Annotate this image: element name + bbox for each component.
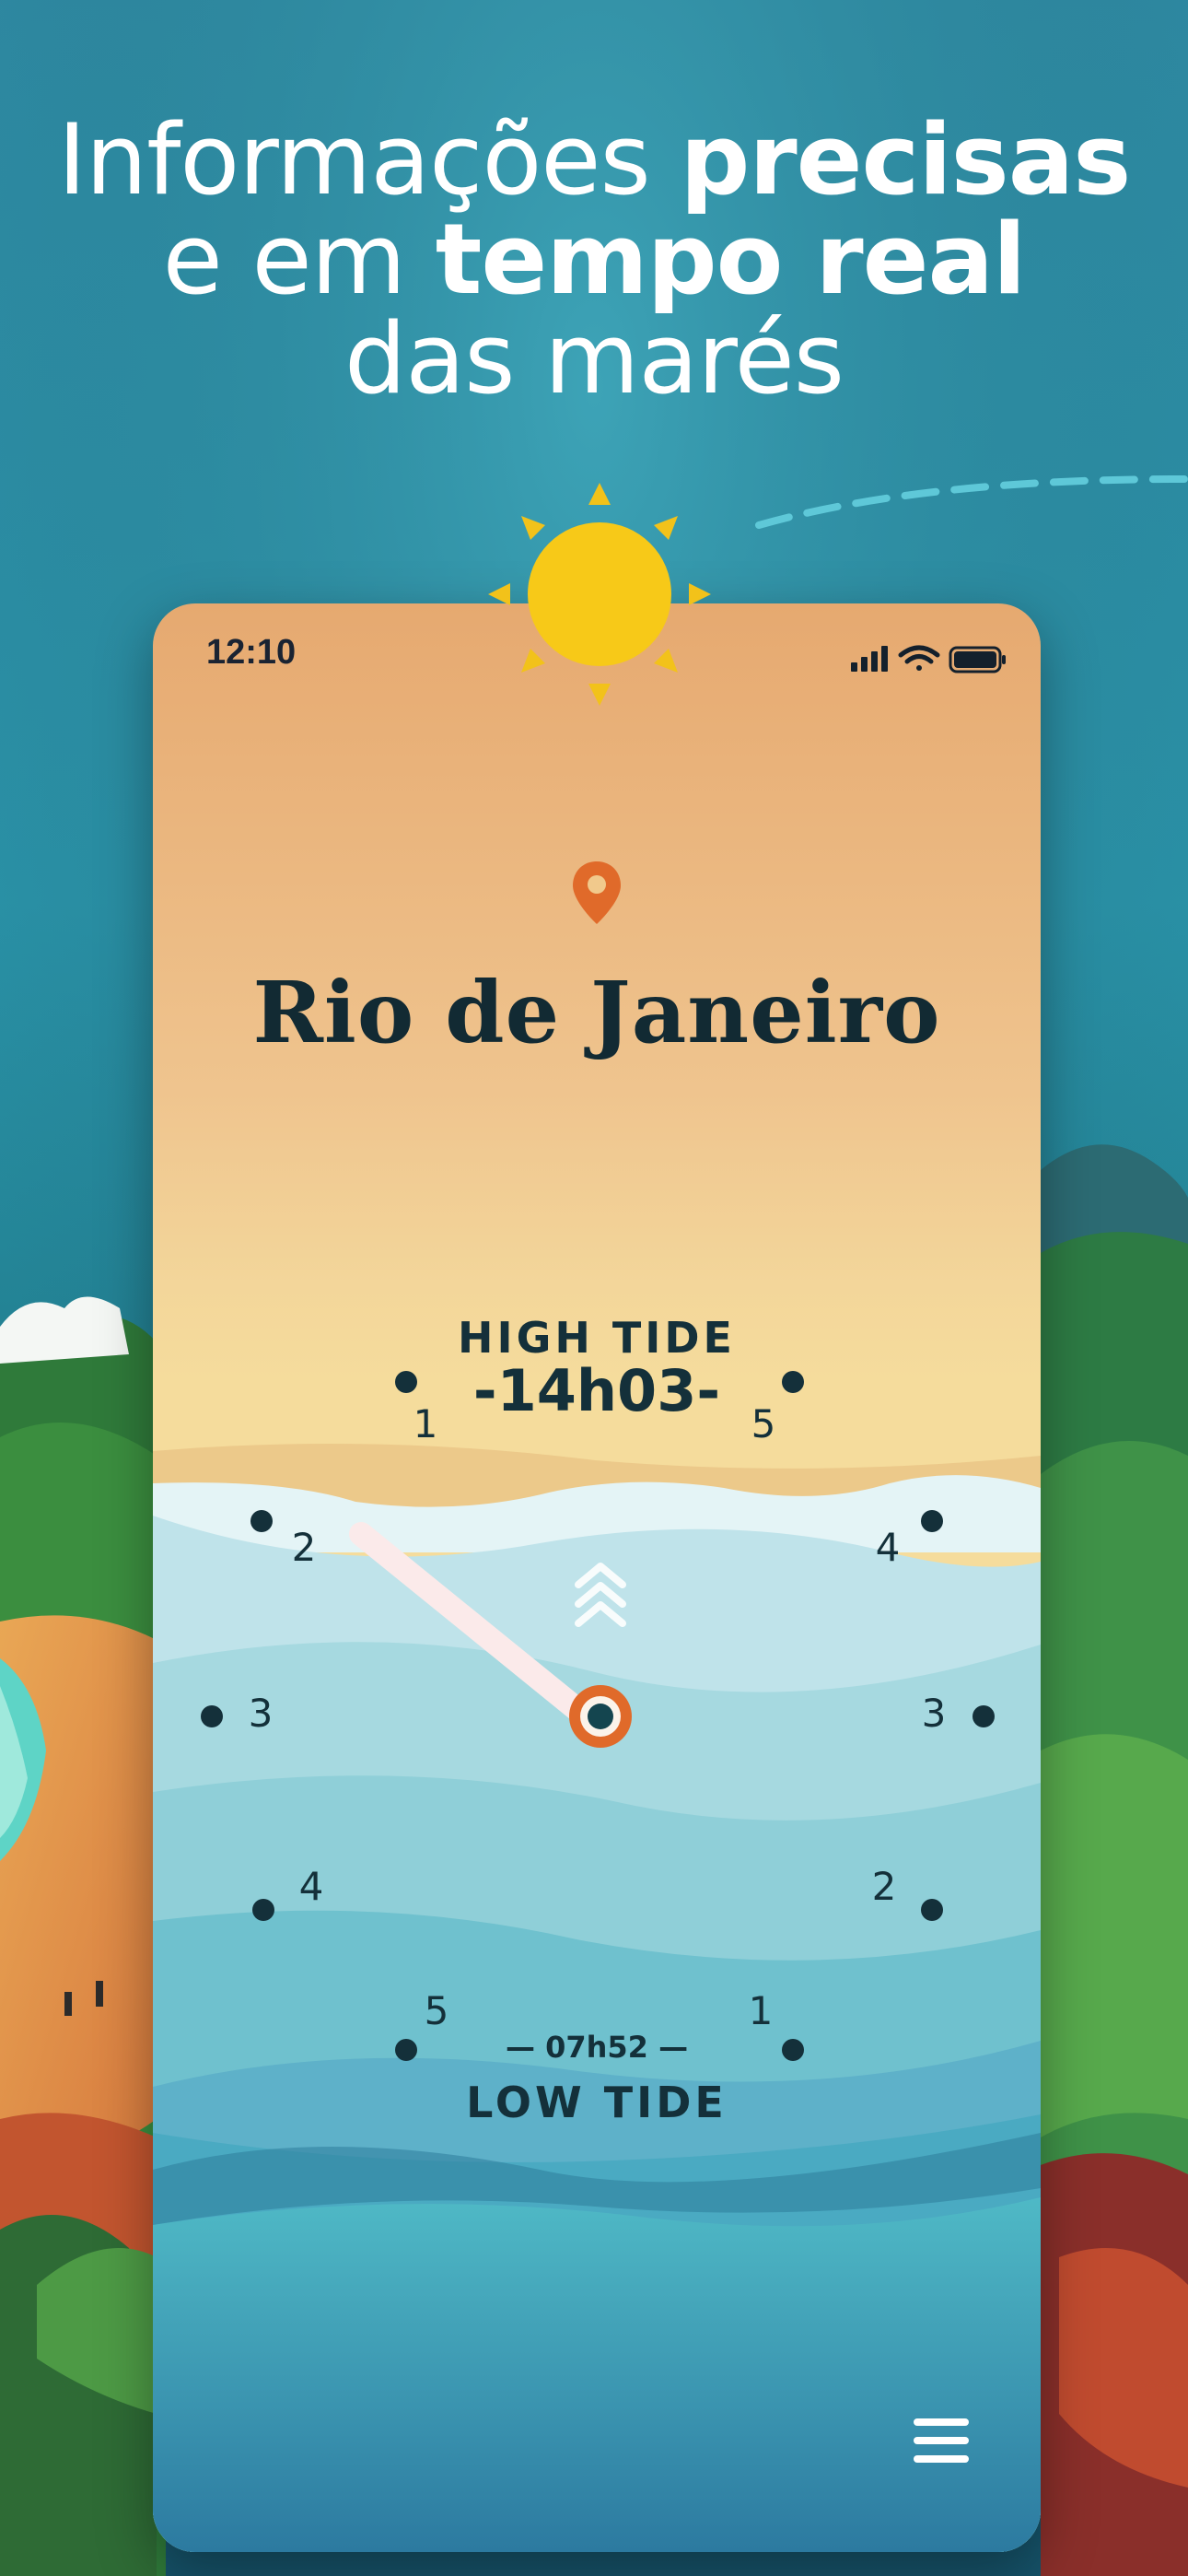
status-icons <box>851 645 1006 673</box>
low-tide-time: — 07h52 — <box>505 2030 689 2065</box>
clock-number: 2 <box>871 1864 897 1909</box>
signal-icon <box>851 646 888 672</box>
clock-dot <box>921 1899 943 1921</box>
city-name: Rio de Janeiro <box>252 963 941 1062</box>
headline: Informações precisas e em tempo real das… <box>0 111 1188 409</box>
wifi-icon <box>898 645 940 671</box>
clock-dot <box>250 1510 273 1532</box>
headline-line-3: das marés <box>344 302 844 416</box>
clock-dot <box>921 1510 943 1532</box>
clock-number: 5 <box>424 1988 449 2033</box>
clock-number: 1 <box>748 1988 774 2033</box>
high-tide-label: HIGH TIDE <box>458 1313 736 1363</box>
low-tide-label: LOW TIDE <box>466 2078 728 2127</box>
headline-line-1: Informações precisas <box>57 103 1132 217</box>
clock-number: 4 <box>875 1525 901 1570</box>
clock-dot <box>782 1371 804 1393</box>
headline-line-2: e em tempo real <box>162 203 1027 316</box>
location-pin-icon <box>573 861 621 924</box>
sun-icon <box>488 483 711 706</box>
status-time: 12:10 <box>206 633 297 672</box>
clock-number: 5 <box>751 1401 776 1446</box>
clock-number: 3 <box>921 1691 947 1736</box>
clock-number: 3 <box>248 1691 274 1736</box>
clock-dot <box>973 1705 995 1727</box>
clock-number: 4 <box>298 1864 324 1909</box>
hamburger-menu-icon[interactable] <box>914 2417 969 2465</box>
phone-screen: 12:10 Rio de Janeiro HIGH TIDE -14h03- 1… <box>153 603 1041 2552</box>
battery-icon <box>949 646 1006 673</box>
dashed-path-decoration <box>755 475 1188 529</box>
high-tide-time: -14h03- <box>472 1357 721 1424</box>
clock-dot <box>201 1705 223 1727</box>
clock-dot <box>395 1371 417 1393</box>
clock-dot <box>252 1899 274 1921</box>
clock-number: 1 <box>413 1401 438 1446</box>
clock-number: 2 <box>291 1525 317 1570</box>
